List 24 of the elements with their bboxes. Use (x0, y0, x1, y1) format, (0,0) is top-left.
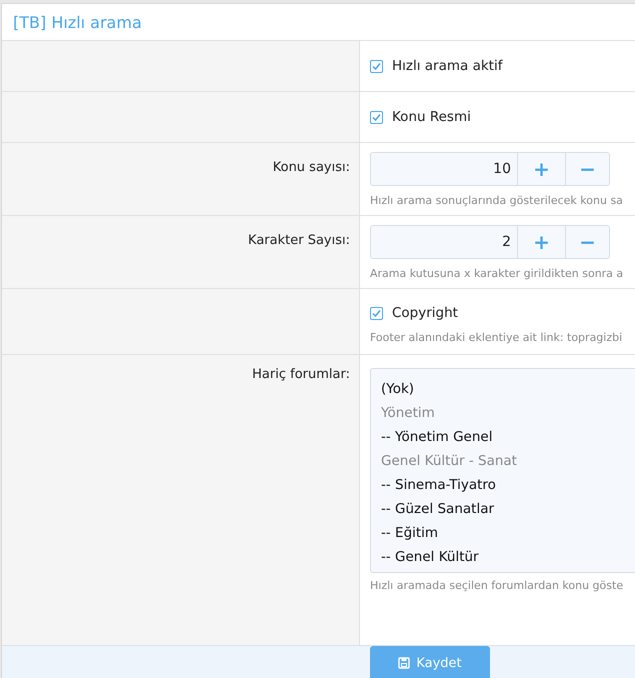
checkbox-option[interactable]: Hızlı arama aktif (370, 58, 635, 74)
checkbox-option[interactable]: Konu Resmi (370, 109, 635, 125)
help-text: Footer alanındaki eklentiye ait link: topragizbi (370, 331, 624, 344)
list-option[interactable]: -- Yönetim Genel (381, 425, 635, 449)
help-text: Hızlı arama sonuçlarında gösterilecek konu sa (370, 194, 624, 207)
number-spinner[interactable]: 2 + − (370, 225, 610, 259)
multi-select-list[interactable]: (Yok) Yönetim -- Yönetim Genel Genel Kültür - Sanat -- Sinema-Tiyatro -- Güzel Sanatlar -- Eğitim -- Genel Kültür (370, 368, 635, 573)
field-label: Konu sayısı: (272, 160, 350, 177)
list-option[interactable]: (Yok) (381, 377, 635, 401)
field-label: Hariç forumlar: (252, 367, 350, 384)
number-spinner[interactable]: 10 + − (370, 152, 610, 186)
list-option[interactable]: -- Eğitim (381, 521, 635, 545)
field-label: Karakter Sayısı: (248, 233, 350, 250)
checkbox[interactable] (370, 306, 383, 320)
help-text: Arama kutusuna x karakter girildikten sonra a (370, 267, 624, 280)
list-option[interactable]: -- Güzel Sanatlar (381, 497, 635, 521)
option-group-label: Yönetim (381, 404, 436, 423)
list-option[interactable]: -- Sinema-Tiyatro (381, 473, 635, 497)
option-group-label: Genel Kültür - Sanat (381, 452, 518, 471)
checkbox-option[interactable]: Copyright (370, 305, 635, 321)
checkbox[interactable] (370, 110, 383, 124)
help-text: Hızlı aramada seçilen forumlardan konu göste (370, 579, 624, 592)
checkbox[interactable] (370, 60, 383, 72)
list-option[interactable]: -- Genel Kültür (381, 545, 635, 569)
